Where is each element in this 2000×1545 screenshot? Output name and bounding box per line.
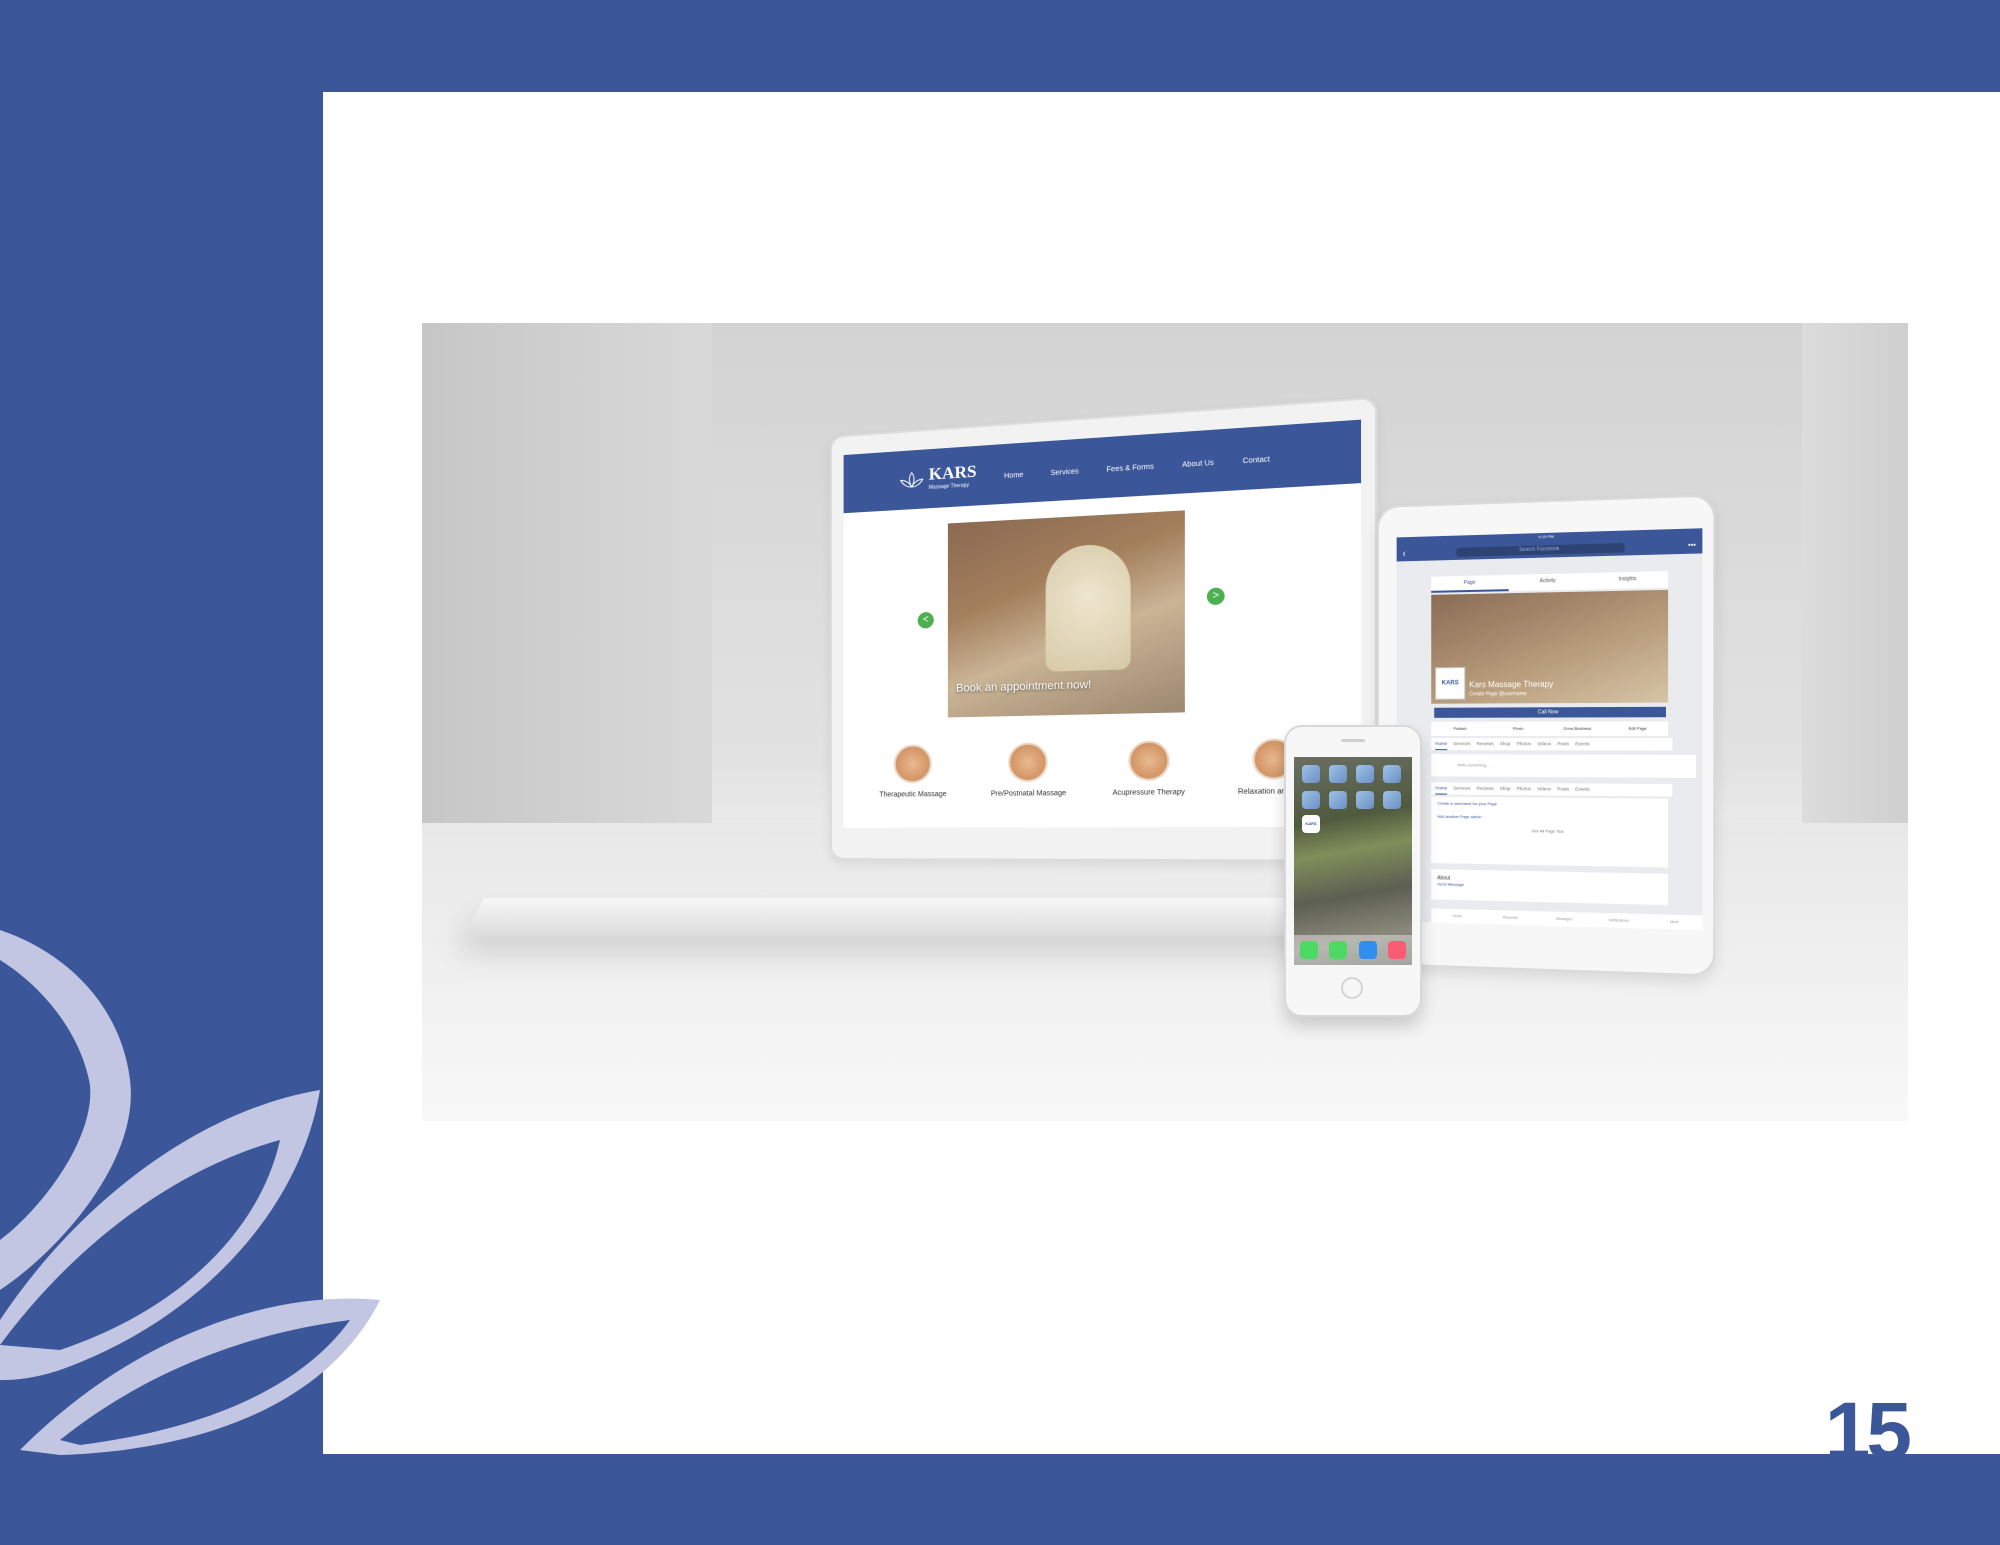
laptop-keyboard-base (463, 898, 1365, 936)
subtab-videos[interactable]: Videos (1537, 783, 1551, 795)
tab-page[interactable]: Page (1431, 574, 1509, 593)
nav-link-contact[interactable]: Contact (1243, 456, 1270, 465)
see-all-tips-link[interactable]: See All Page Tips (1431, 823, 1668, 840)
kars-logo[interactable]: KARS Massage Therapy (899, 461, 977, 492)
app-icon[interactable] (1383, 791, 1401, 809)
lotus-icon (899, 470, 925, 488)
phone-dock (1294, 935, 1412, 965)
bottom-nav-notifications[interactable]: Notifications (1591, 913, 1646, 929)
home-button[interactable] (1341, 977, 1363, 999)
subtab-shop[interactable]: Shop (1500, 738, 1511, 750)
messages-icon[interactable] (1299, 941, 1318, 959)
subtab-photos[interactable]: Photos (1517, 783, 1531, 795)
bottom-nav-messages[interactable]: Messages (1537, 911, 1591, 927)
carousel-prev-button[interactable]: < (917, 611, 934, 629)
safari-icon[interactable] (1358, 941, 1377, 959)
publish-button[interactable]: Publish (1431, 722, 1489, 736)
carousel-caption: Book an appointment now! (955, 678, 1092, 695)
call-now-button[interactable]: Call Now (1434, 706, 1666, 718)
service-label: Therapeutic Massage (879, 790, 947, 799)
phone-home-screen: KARS (1294, 757, 1412, 965)
hero-carousel[interactable]: Book an appointment now! (947, 510, 1185, 718)
service-label: Pre/Postnatal Massage (990, 789, 1067, 798)
page-actions: Publish Photo Grow Business Edit Page (1431, 721, 1669, 737)
app-icon[interactable] (1329, 791, 1347, 809)
page-tabs: Page Activity Insights (1431, 571, 1669, 593)
subtab-videos[interactable]: Videos (1537, 738, 1551, 750)
edit-page-button[interactable]: Edit Page (1607, 721, 1668, 736)
subtab-services[interactable]: Services (1453, 783, 1470, 795)
about-section: About Send Message (1431, 869, 1669, 906)
app-icon[interactable] (1383, 765, 1401, 783)
website-nav-bar: KARS Massage Therapy Home Services Fees … (843, 419, 1362, 514)
carousel-next-button[interactable]: > (1206, 587, 1225, 606)
subtab-posts[interactable]: Posts (1557, 783, 1569, 795)
page-number: 15 (1824, 1386, 1912, 1477)
tab-insights[interactable]: Insights (1587, 571, 1668, 589)
subtab-photos[interactable]: Photos (1517, 738, 1531, 750)
wall-right (1802, 323, 1908, 843)
kars-app-icon[interactable]: KARS (1302, 815, 1320, 833)
profile-picture[interactable]: KARS (1435, 667, 1466, 700)
service-thumbnail (1128, 740, 1170, 781)
page-tips: Create a username for your Page Add anot… (1431, 796, 1669, 868)
page-section-tabs-secondary: Home Services Reviews Shop Photos Videos… (1431, 782, 1673, 797)
subtab-events[interactable]: Events (1575, 783, 1589, 795)
tablet: 9:15 PM ‹ Search Facebook ••• Page Activ… (1377, 494, 1716, 977)
tablet-screen: 9:15 PM ‹ Search Facebook ••• Page Activ… (1396, 528, 1703, 931)
logo-name: KARS (928, 461, 977, 484)
nav-link-home[interactable]: Home (1004, 472, 1023, 480)
subtab-shop[interactable]: Shop (1500, 783, 1511, 795)
phone-icon[interactable] (1329, 941, 1348, 959)
subtab-events[interactable]: Events (1575, 738, 1589, 750)
towel-swan-image (1045, 542, 1131, 672)
app-icon[interactable] (1356, 791, 1374, 809)
app-icon[interactable] (1356, 765, 1374, 783)
bottom-nav-more[interactable]: More (1646, 914, 1702, 930)
device-mockup-photo: KARS Massage Therapy Home Services Fees … (422, 323, 1908, 1121)
website-nav-links: Home Services Fees & Forms About Us Cont… (1004, 456, 1270, 480)
services-row: Therapeutic Massage Pre/Postnatal Massag… (863, 738, 1331, 799)
bottom-nav: Home Requests Messages Notifications Mor… (1431, 908, 1703, 931)
wall-left (422, 323, 712, 843)
subtab-home[interactable]: Home (1435, 782, 1448, 795)
bottom-nav-home[interactable]: Home (1431, 908, 1484, 924)
cover-photo: KARS Kars Massage Therapy Create Page @u… (1431, 589, 1669, 704)
page-username-hint[interactable]: Create Page @username (1469, 691, 1527, 697)
phone-speaker (1341, 739, 1365, 742)
app-icon[interactable] (1329, 765, 1347, 783)
service-card[interactable]: Acupressure Therapy (1095, 740, 1203, 797)
facebook-search-input[interactable]: Search Facebook (1456, 542, 1625, 557)
more-icon[interactable]: ••• (1688, 542, 1696, 550)
bottom-nav-requests[interactable]: Requests (1484, 910, 1537, 926)
write-post-input[interactable]: Write something... (1431, 754, 1696, 778)
page-section-tabs: Home Services Reviews Shop Photos Videos… (1431, 738, 1673, 751)
app-icon[interactable] (1302, 791, 1320, 809)
service-label: Acupressure Therapy (1112, 788, 1185, 797)
music-icon[interactable] (1388, 941, 1407, 959)
app-grid (1302, 765, 1401, 809)
nav-link-services[interactable]: Services (1051, 468, 1079, 477)
service-card[interactable]: Therapeutic Massage (863, 744, 963, 799)
service-thumbnail (1008, 742, 1049, 783)
nav-link-about-us[interactable]: About Us (1182, 460, 1214, 469)
subtab-reviews[interactable]: Reviews (1477, 738, 1494, 750)
subtab-home[interactable]: Home (1435, 738, 1448, 751)
smartphone: KARS (1284, 725, 1422, 1017)
subtab-reviews[interactable]: Reviews (1477, 783, 1494, 795)
app-icon[interactable] (1302, 765, 1320, 783)
service-thumbnail (893, 744, 932, 784)
photo-button[interactable]: Photo (1489, 722, 1548, 736)
subtab-services[interactable]: Services (1453, 738, 1470, 750)
grow-business-button[interactable]: Grow Business (1548, 722, 1608, 736)
page-name: Kars Massage Therapy (1469, 679, 1554, 690)
nav-link-fees-forms[interactable]: Fees & Forms (1106, 463, 1153, 473)
tab-activity[interactable]: Activity (1508, 573, 1587, 591)
back-arrow-icon[interactable]: ‹ (1403, 547, 1417, 559)
subtab-posts[interactable]: Posts (1557, 738, 1569, 750)
service-card[interactable]: Pre/Postnatal Massage (977, 742, 1081, 798)
